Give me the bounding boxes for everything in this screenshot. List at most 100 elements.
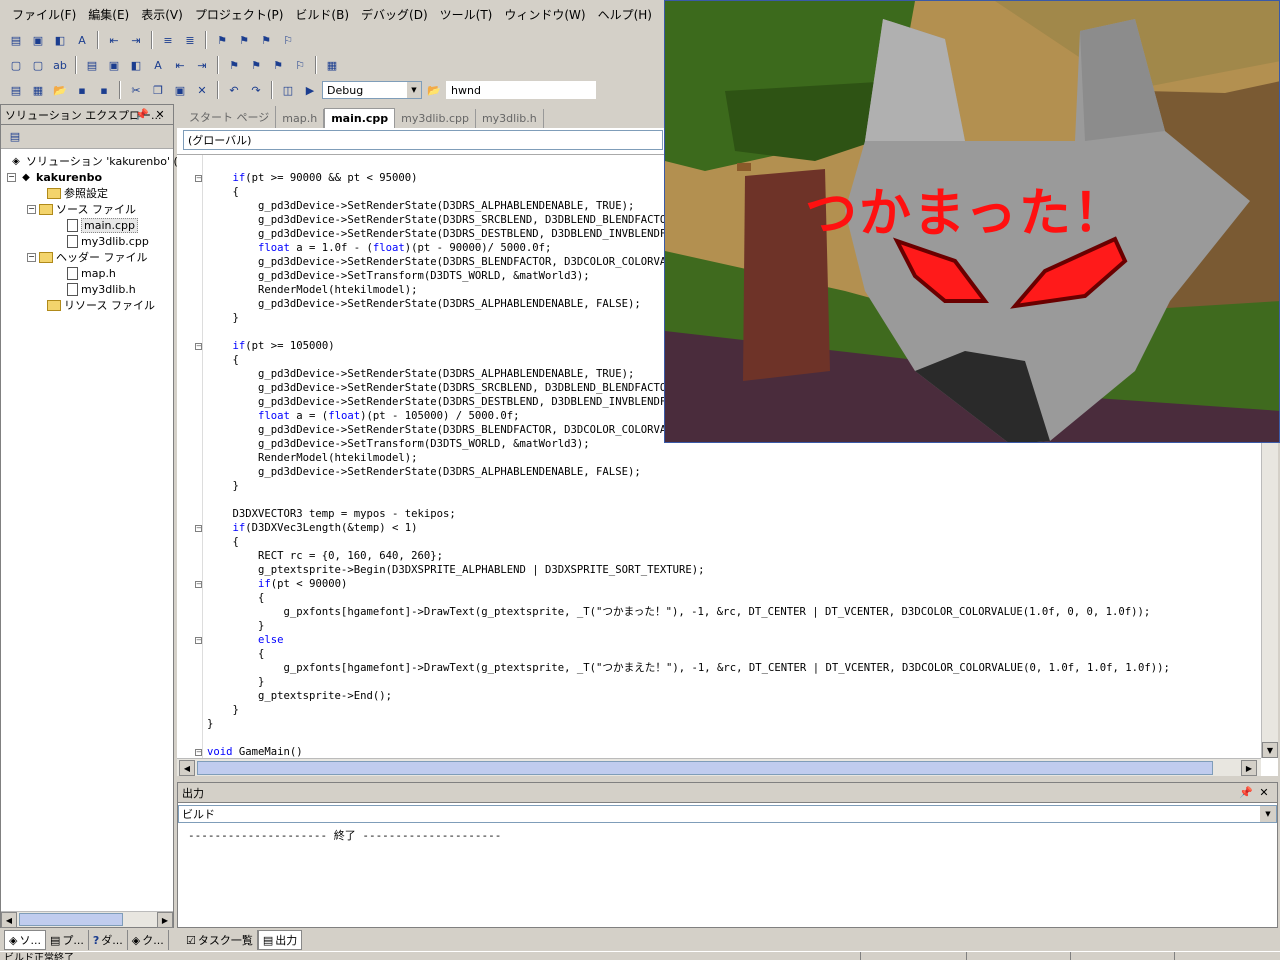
collapse-icon[interactable]: − xyxy=(195,749,202,756)
clear-bookmarks-icon[interactable]: ⚐ xyxy=(278,30,298,50)
collapse-icon[interactable]: − xyxy=(7,172,16,182)
tree-item-references[interactable]: 参照設定 xyxy=(47,185,108,201)
tab-main-cpp[interactable]: main.cpp xyxy=(324,108,396,128)
properties-icon[interactable]: ▤ xyxy=(5,127,25,147)
game-window[interactable]: つかまった！ xyxy=(664,0,1280,443)
menu-edit[interactable]: 編集(E) xyxy=(82,4,135,25)
menu-help[interactable]: ヘルプ(H) xyxy=(592,4,658,25)
collapse-icon[interactable]: − xyxy=(27,252,36,262)
undo-icon[interactable]: ↶ xyxy=(224,80,244,100)
parameter-info-icon[interactable]: ▣ xyxy=(28,30,48,50)
menu-window[interactable]: ウィンドウ(W) xyxy=(498,4,591,25)
format-selection-icon[interactable]: ▢ xyxy=(28,55,48,75)
close-icon[interactable]: ✕ xyxy=(153,107,167,121)
menu-file[interactable]: ファイル(F) xyxy=(6,4,82,25)
collapse-icon[interactable]: − xyxy=(195,343,202,350)
tree-item-map-h[interactable]: map.h xyxy=(67,265,116,281)
copy-icon[interactable]: ❐ xyxy=(148,80,168,100)
menu-project[interactable]: プロジェクト(P) xyxy=(189,4,290,25)
indent-icon[interactable]: ⇥ xyxy=(192,55,212,75)
tree-item-header-files[interactable]: − ヘッダー ファイル xyxy=(27,249,148,265)
collapse-icon[interactable]: − xyxy=(195,637,202,644)
collapse-icon[interactable]: − xyxy=(195,581,202,588)
menu-build[interactable]: ビルド(B) xyxy=(289,4,355,25)
tree-item-project[interactable]: − ◆ kakurenbo xyxy=(7,169,102,185)
tab-map-h[interactable]: map.h xyxy=(276,109,325,128)
close-icon[interactable]: ✕ xyxy=(1257,785,1271,799)
navigate-icon[interactable]: ◫ xyxy=(278,80,298,100)
toolbar-formatting: ▢ ▢ ab ▤ ▣ ◧ A ⇤ ⇥ ⚑ ⚑ ⚑ ⚐ ▦ xyxy=(0,53,664,77)
redo-icon[interactable]: ↷ xyxy=(246,80,266,100)
uncomment-icon[interactable]: ≣ xyxy=(180,30,200,50)
start-debug-icon[interactable]: ▶ xyxy=(300,80,320,100)
param-info-icon[interactable]: ▣ xyxy=(104,55,124,75)
bookmark-prev-icon[interactable]: ⚑ xyxy=(268,55,288,75)
tree-item-my3dlib-cpp[interactable]: my3dlib.cpp xyxy=(67,233,149,249)
scroll-right-icon[interactable]: ▶ xyxy=(1241,760,1257,776)
solution-config-select[interactable]: Debug ▼ xyxy=(322,81,422,99)
scope-select[interactable]: (グローバル) xyxy=(183,130,663,150)
menu-tools[interactable]: ツール(T) xyxy=(434,4,499,25)
find-input[interactable]: hwnd xyxy=(446,81,596,99)
scroll-thumb[interactable] xyxy=(197,761,1213,775)
output-source-select[interactable]: ビルド ▼ xyxy=(178,805,1277,823)
tree-item-source-files[interactable]: − ソース ファイル xyxy=(27,201,136,217)
scroll-thumb[interactable] xyxy=(19,913,123,926)
scroll-left-icon[interactable]: ◀ xyxy=(179,760,195,776)
cut-icon[interactable]: ✂ xyxy=(126,80,146,100)
new-project-icon[interactable]: ▤ xyxy=(6,80,26,100)
collapse-icon[interactable]: − xyxy=(27,204,36,214)
tree-item-main-cpp[interactable]: main.cpp xyxy=(67,217,138,233)
tab-output[interactable]: ▤ 出力 xyxy=(257,930,303,950)
word-complete-icon[interactable]: A xyxy=(148,55,168,75)
next-bookmark-icon[interactable]: ⚑ xyxy=(234,30,254,50)
scroll-down-icon[interactable]: ▼ xyxy=(1262,742,1278,758)
word-wrap-icon[interactable]: ab xyxy=(50,55,70,75)
tab-my3dlib-cpp[interactable]: my3dlib.cpp xyxy=(395,109,476,128)
collapse-icon[interactable]: − xyxy=(195,175,202,182)
bookmark-next-icon[interactable]: ⚑ xyxy=(246,55,266,75)
delete-icon[interactable]: ✕ xyxy=(192,80,212,100)
display-object-member-icon[interactable]: ▤ xyxy=(6,30,26,50)
outdent-icon[interactable]: ⇤ xyxy=(170,55,190,75)
menu-debug[interactable]: デバッグ(D) xyxy=(355,4,434,25)
pin-icon[interactable]: 📌 xyxy=(1239,785,1253,799)
save-all-icon[interactable]: ▪ xyxy=(94,80,114,100)
tab-start-page[interactable]: スタート ページ xyxy=(183,106,277,128)
tree-item-my3dlib-h[interactable]: my3dlib.h xyxy=(67,281,136,297)
menu-view[interactable]: 表示(V) xyxy=(135,4,189,25)
options-icon[interactable]: ▦ xyxy=(322,55,342,75)
info-tip-icon[interactable]: ◧ xyxy=(126,55,146,75)
increase-indent-icon[interactable]: ⇥ xyxy=(126,30,146,50)
bookmark-icon[interactable]: ⚑ xyxy=(224,55,244,75)
toggle-bookmark-icon[interactable]: ⚑ xyxy=(212,30,232,50)
pin-icon[interactable]: 📌 xyxy=(135,107,149,121)
tree-item-solution[interactable]: ◈ ソリューション 'kakurenbo' (1 プ xyxy=(9,153,199,169)
scroll-right-icon[interactable]: ▶ xyxy=(157,912,173,928)
collapse-icon[interactable]: − xyxy=(195,525,202,532)
previous-bookmark-icon[interactable]: ⚑ xyxy=(256,30,276,50)
tab-my3dlib-h[interactable]: my3dlib.h xyxy=(476,109,544,128)
save-icon[interactable]: ▪ xyxy=(72,80,92,100)
quick-info-icon[interactable]: ◧ xyxy=(50,30,70,50)
tree-item-label: my3dlib.h xyxy=(81,282,136,296)
bookmark-clear-icon[interactable]: ⚐ xyxy=(290,55,310,75)
tree-item-resource-files[interactable]: リソース ファイル xyxy=(47,297,155,313)
tab-property-manager[interactable]: ▤ プ... xyxy=(46,930,89,950)
tab-solution-explorer[interactable]: ◈ ソ... xyxy=(4,930,46,950)
member-list-icon[interactable]: ▤ xyxy=(82,55,102,75)
format-icon[interactable]: ▢ xyxy=(6,55,26,75)
tab-dynamic-help[interactable]: ? ダ... xyxy=(89,930,128,950)
tab-class-view[interactable]: ◈ ク... xyxy=(128,930,169,950)
comment-out-icon[interactable]: ≡ xyxy=(158,30,178,50)
scroll-left-icon[interactable]: ◀ xyxy=(1,912,17,928)
decrease-indent-icon[interactable]: ⇤ xyxy=(104,30,124,50)
tab-task-list[interactable]: ☑ タスク一覧 xyxy=(182,930,258,950)
solution-horizontal-scrollbar[interactable]: ◀ ▶ xyxy=(1,911,173,928)
add-item-icon[interactable]: ▦ xyxy=(28,80,48,100)
find-in-files-icon[interactable]: 📂 xyxy=(424,80,444,100)
paste-icon[interactable]: ▣ xyxy=(170,80,190,100)
open-file-icon[interactable]: 📂 xyxy=(50,80,70,100)
editor-horizontal-scrollbar[interactable]: ◀ ▶ xyxy=(177,758,1261,776)
complete-word-icon[interactable]: A xyxy=(72,30,92,50)
